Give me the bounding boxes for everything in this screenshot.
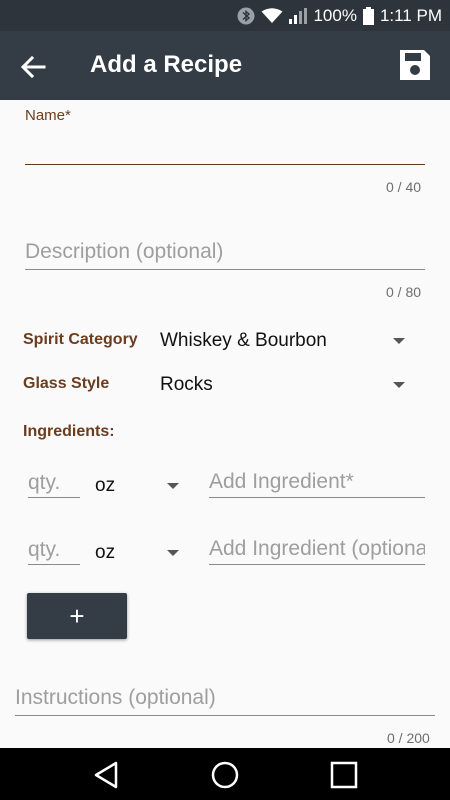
qty-underline [28,497,80,498]
bluetooth-icon [237,7,255,24]
back-triangle-icon[interactable] [92,760,122,790]
qty-input[interactable]: qty. [28,538,80,562]
description-field[interactable]: Description (optional) [25,240,425,264]
clock: 1:11 PM [379,5,442,25]
spirit-category-label: Spirit Category [23,331,138,348]
glass-style-value: Rocks [160,374,213,395]
ingredient-input[interactable]: Add Ingredient* [209,470,425,494]
caret-down-icon [393,338,405,344]
home-circle-icon[interactable] [210,760,240,790]
instructions-counter: 0 / 200 [387,730,430,746]
arrow-left-icon[interactable] [18,52,48,82]
caret-down-icon [393,382,405,388]
battery-icon [362,6,374,25]
status-bar: 100% 1:11 PM [0,0,450,31]
system-nav-bar [0,748,450,800]
qty-input[interactable]: qty. [28,471,80,495]
glass-style-label: Glass Style [23,375,110,392]
instructions-field[interactable]: Instructions (optional) [15,686,435,710]
unit-select[interactable]: oz [90,537,190,567]
description-counter: 0 / 80 [386,284,422,300]
recents-square-icon[interactable] [329,760,359,790]
qty-underline [28,564,80,565]
ingredient-input[interactable]: Add Ingredient (optional) [209,537,425,561]
description-underline [25,269,425,270]
name-field[interactable] [25,128,425,166]
unit-value: oz [95,475,116,496]
floppy-disk-icon[interactable] [398,48,432,82]
unit-select[interactable]: oz [90,470,190,500]
add-ingredient-button[interactable]: + [27,593,127,639]
page-title: Add a Recipe [90,51,243,78]
glass-style-select[interactable]: Rocks [150,369,420,401]
spirit-category-value: Whiskey & Bourbon [160,330,327,351]
instructions-underline [15,715,435,716]
battery-percent: 100% [313,5,357,25]
ingredient-underline [209,564,425,565]
name-field-underline [25,164,425,165]
name-field-label: Name* [25,107,71,124]
signal-icon [289,7,308,24]
caret-down-icon [167,483,179,489]
unit-value: oz [95,542,116,563]
caret-down-icon [167,550,179,556]
spirit-category-select[interactable]: Whiskey & Bourbon [150,325,420,357]
wifi-icon [261,7,283,23]
ingredient-underline [209,497,425,498]
app-bar: Add a Recipe [0,31,450,100]
name-counter: 0 / 40 [386,179,422,195]
ingredients-label: Ingredients: [23,423,115,440]
